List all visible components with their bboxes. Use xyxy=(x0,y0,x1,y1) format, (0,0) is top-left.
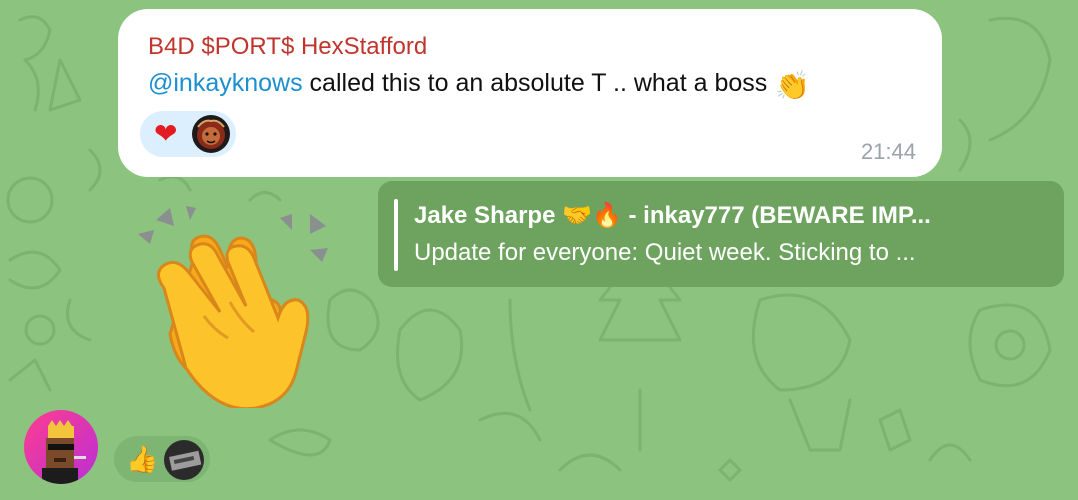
message-body: called this to an absolute T .. what a b… xyxy=(302,69,768,97)
message-bubble[interactable]: B4D $PORT$ HexStafford @inkayknows calle… xyxy=(118,9,942,177)
reply-accent-bar xyxy=(394,199,398,271)
reaction-chip[interactable]: ❤ xyxy=(140,111,236,157)
user-avatar xyxy=(164,440,204,480)
message-text: @inkayknows called this to an absolute T… xyxy=(148,69,810,102)
thumbs-up-icon: 👍 xyxy=(126,444,159,474)
heart-icon: ❤ xyxy=(154,118,178,149)
sender-name[interactable]: B4D $PORT$ HexStafford xyxy=(148,33,427,61)
clapping-hands-emoji: 👏 xyxy=(775,70,811,101)
mention-link[interactable]: @inkayknows xyxy=(148,69,303,97)
clapping-hands-sticker[interactable] xyxy=(134,198,340,408)
sender-avatar[interactable] xyxy=(24,410,98,484)
reply-preview[interactable]: Jake Sharpe 🤝🔥 - inkay777 (BEWARE IMP...… xyxy=(378,181,1064,287)
reply-author: Jake Sharpe 🤝🔥 - inkay777 (BEWARE IMP... xyxy=(414,202,931,229)
message-time: 21:44 xyxy=(860,139,916,164)
reaction-chip-bottom[interactable]: 👍 xyxy=(114,436,210,482)
reply-text: Update for everyone: Quiet week. Stickin… xyxy=(414,239,916,266)
lion-avatar xyxy=(192,115,230,153)
